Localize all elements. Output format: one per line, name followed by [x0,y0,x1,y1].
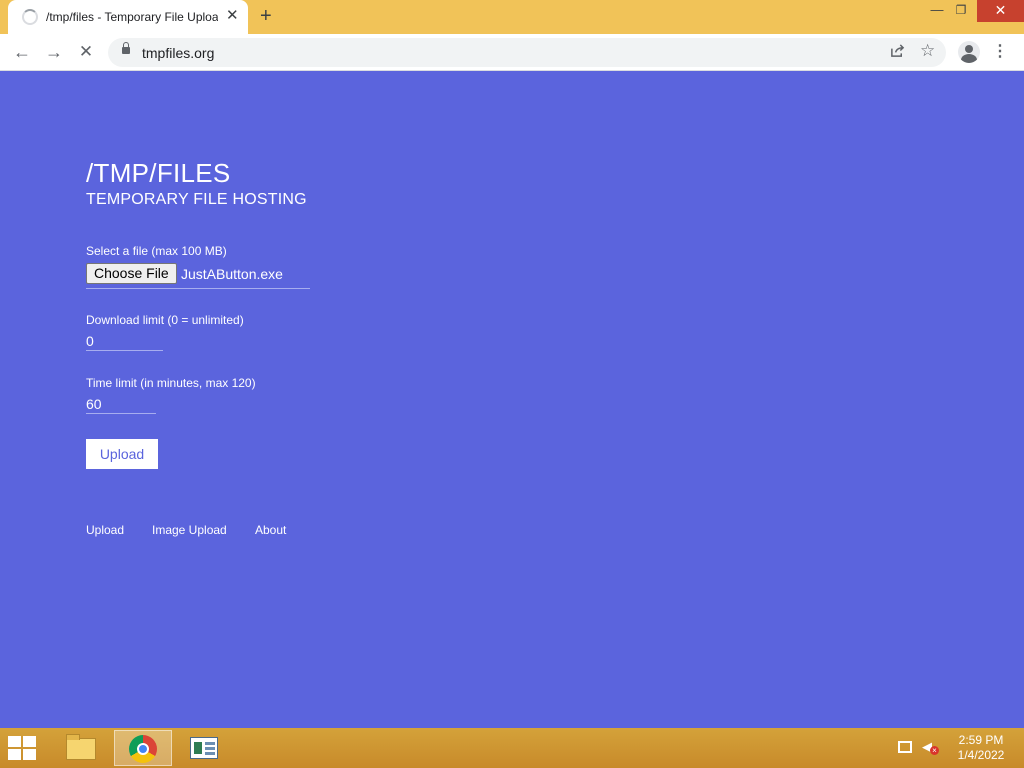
maximize-button[interactable]: ❐ [946,0,976,22]
selected-file-name: JustAButton.exe [181,266,283,282]
windows-logo-pane [8,749,21,760]
browser-tab-strip: /tmp/files - Temporary File Upload ✕ + —… [0,0,1024,34]
browser-menu-icon[interactable]: ⋮ [992,41,1008,61]
clock-date: 1/4/2022 [957,748,1005,762]
windows-start-button[interactable] [8,736,38,760]
browser-toolbar: ← → ✕ tmpfiles.org ☆ ⋮ [0,34,1024,71]
file-select-label: Select a file (max 100 MB) [86,244,227,258]
back-button[interactable]: ← [10,40,34,64]
new-tab-button[interactable]: + [260,6,272,26]
profile-avatar-icon[interactable] [958,41,980,63]
windows-logo-pane [8,736,21,747]
site-title: /TMP/FILES [86,158,231,188]
clock-time: 2:59 PM [958,733,1004,747]
windows-logo-pane [23,749,36,760]
download-limit-input[interactable] [86,331,163,351]
browser-tab-active[interactable]: /tmp/files - Temporary File Upload ✕ [8,0,248,34]
tab-close-icon[interactable]: ✕ [226,8,239,24]
lock-icon[interactable] [122,42,130,54]
forward-button[interactable]: → [42,40,66,64]
taskbar-app[interactable] [176,730,234,766]
time-limit-label: Time limit (in minutes, max 120) [86,376,256,390]
tab-title: /tmp/files - Temporary File Upload [46,10,218,24]
share-icon[interactable] [890,43,905,61]
loading-spinner-icon [22,9,38,25]
file-input[interactable]: Choose File JustAButton.exe [86,262,310,289]
system-clock[interactable]: 2:59 PM 1/4/2022 [948,733,1014,763]
windows-logo-pane [23,736,36,747]
close-window-button[interactable]: ✕ [977,0,1024,22]
folder-icon [66,734,96,760]
footer-link-about[interactable]: About [255,523,286,537]
chrome-icon [129,735,157,763]
stop-loading-button[interactable]: ✕ [74,40,98,64]
choose-file-button[interactable]: Choose File [86,263,177,284]
download-limit-label: Download limit (0 = unlimited) [86,313,244,327]
footer-link-image-upload[interactable]: Image Upload [152,523,227,537]
network-icon[interactable] [898,741,912,753]
site-subtitle: TEMPORARY FILE HOSTING [86,191,307,208]
taskbar: ◀ × 2:59 PM 1/4/2022 [0,728,1024,768]
page-content: /TMP/FILES TEMPORARY FILE HOSTING Select… [0,72,1024,728]
address-bar[interactable]: tmpfiles.org ☆ [108,38,946,67]
bookmark-star-icon[interactable]: ☆ [920,41,935,61]
volume-error-icon: × [930,746,939,755]
upload-button[interactable]: Upload [86,439,158,469]
time-limit-input[interactable] [86,394,156,414]
taskbar-file-explorer[interactable] [52,730,110,766]
taskbar-chrome[interactable] [114,730,172,766]
footer-link-upload[interactable]: Upload [86,523,124,537]
app-window-icon [190,737,218,759]
url-text[interactable]: tmpfiles.org [142,45,214,61]
